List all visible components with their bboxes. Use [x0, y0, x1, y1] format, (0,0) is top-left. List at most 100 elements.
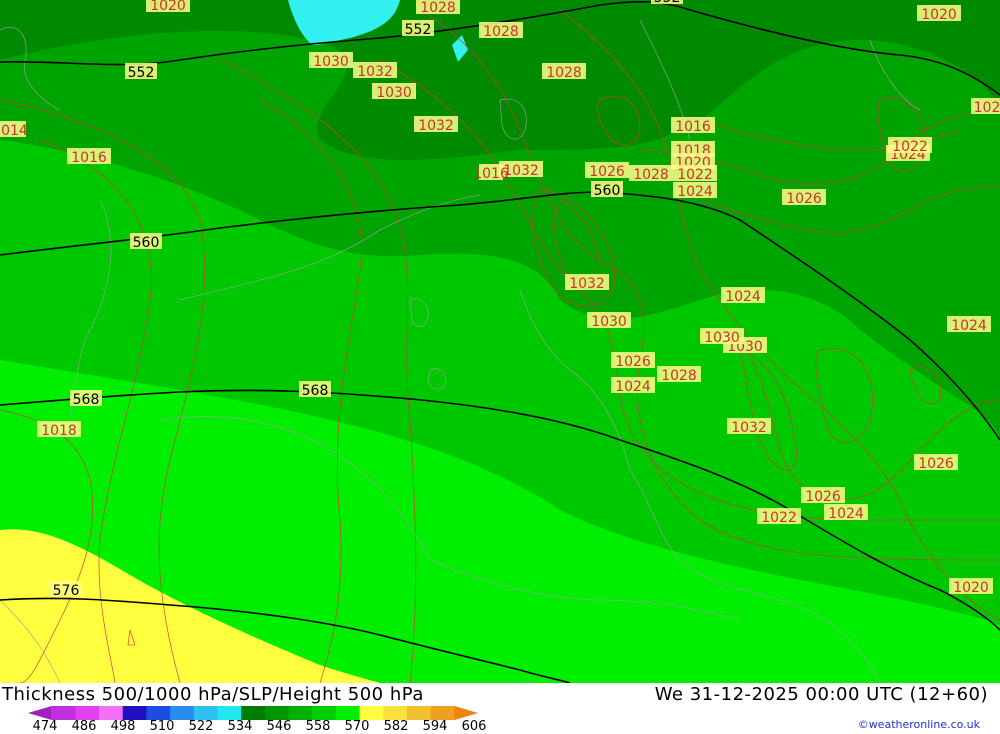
slp-label: 1024: [721, 287, 765, 305]
scale-swatch: [170, 706, 195, 720]
color-scale: [28, 706, 478, 720]
scale-swatch: [51, 706, 76, 720]
slp-label: 1020: [949, 578, 993, 596]
slp-label: 1030: [587, 312, 631, 330]
svg-text:568: 568: [302, 383, 329, 399]
svg-text:1022: 1022: [892, 139, 928, 155]
height-label: 576: [50, 581, 82, 599]
svg-text:552: 552: [405, 22, 432, 38]
svg-text:552: 552: [654, 0, 681, 6]
scale-tick-label: 582: [383, 719, 409, 734]
slp-label: 1026: [585, 162, 629, 180]
slp-label: 1022: [673, 165, 717, 183]
slp-label: 1030: [309, 52, 353, 70]
scale-swatch: [430, 706, 455, 720]
slp-label: 1026: [914, 454, 958, 472]
height-label: 552: [125, 63, 157, 81]
slp-label: 1028: [629, 165, 673, 183]
slp-label: 1026: [801, 487, 845, 505]
slp-label: 1032: [414, 116, 458, 134]
map-title: Thickness 500/1000 hPa/SLP/Height 500 hP…: [2, 684, 424, 705]
svg-text:1028: 1028: [420, 0, 456, 16]
slp-label: 1022: [888, 137, 932, 155]
svg-text:1030: 1030: [313, 54, 349, 70]
slp-label: 1016: [671, 117, 715, 135]
svg-text:1020: 1020: [150, 0, 186, 14]
scale-swatch: [217, 706, 242, 720]
svg-text:1024: 1024: [677, 184, 713, 200]
slp-label: 1028: [479, 22, 523, 40]
slp-label: 1030: [372, 83, 416, 101]
height-label: 560: [591, 181, 623, 199]
weather-map: 552 552 552 560 560 568 568 576: [0, 0, 1000, 683]
slp-label: 1032: [353, 62, 397, 80]
svg-text:1016: 1016: [71, 150, 107, 166]
height-label: 560: [130, 233, 162, 251]
svg-text:1026: 1026: [589, 164, 625, 180]
svg-text:1020: 1020: [953, 580, 989, 596]
slp-label: 1028: [657, 366, 701, 384]
scale-tick-label: 498: [110, 719, 136, 734]
slp-label: 1032: [565, 274, 609, 292]
svg-text:1032: 1032: [418, 118, 454, 134]
color-scale-ticks: 474 486 498 510 522 534 546 558 570 582 594 606: [0, 719, 520, 734]
svg-text:576: 576: [53, 583, 80, 599]
svg-text:1026: 1026: [786, 191, 822, 207]
slp-label: 1018: [37, 421, 81, 439]
slp-label: 1028: [416, 0, 460, 16]
svg-text:1016: 1016: [473, 166, 509, 182]
svg-text:568: 568: [73, 392, 100, 408]
scale-swatch: [454, 706, 478, 720]
height-label: 568: [299, 381, 331, 399]
slp-label: 1028: [542, 63, 586, 81]
svg-text:1018: 1018: [41, 423, 77, 439]
height-label: 568: [70, 390, 102, 408]
svg-text:552: 552: [128, 65, 155, 81]
slp-label: 1026: [611, 352, 655, 370]
scale-swatch: [28, 706, 52, 720]
slp-label: 1016: [473, 164, 509, 182]
svg-text:1030: 1030: [704, 330, 740, 346]
slp-label: 1022: [757, 508, 801, 526]
svg-text:1028: 1028: [546, 65, 582, 81]
svg-text:1030: 1030: [591, 314, 627, 330]
scale-tick-label: 546: [266, 719, 292, 734]
scale-swatch: [288, 706, 313, 720]
svg-text:1026: 1026: [918, 456, 954, 472]
scale-swatch: [335, 706, 361, 720]
svg-text:1026: 1026: [805, 489, 841, 505]
slp-label: 1024: [611, 377, 655, 395]
svg-text:1022: 1022: [677, 167, 713, 183]
slp-label: 1024: [947, 316, 991, 334]
credit-link[interactable]: ©weatheronline.co.uk: [858, 718, 980, 731]
scale-tick-label: 522: [188, 719, 214, 734]
scale-tick-label: 570: [344, 719, 370, 734]
height-label: 552: [402, 20, 434, 38]
svg-text:1032: 1032: [731, 420, 767, 436]
slp-label: 1030: [700, 328, 744, 346]
svg-text:560: 560: [133, 235, 160, 251]
slp-label: 1016: [67, 148, 111, 166]
svg-text:1014: 1014: [0, 123, 28, 139]
scale-swatch: [122, 706, 147, 720]
scale-tick-label: 606: [461, 719, 487, 734]
svg-text:1024: 1024: [615, 379, 651, 395]
slp-label: 1014: [0, 121, 28, 139]
svg-text:1028: 1028: [661, 368, 697, 384]
svg-text:1020: 1020: [921, 7, 957, 23]
slp-label: 1020: [146, 0, 190, 14]
slp-label: 102: [971, 98, 1000, 116]
scale-swatch: [99, 706, 124, 720]
scale-swatch: [146, 706, 171, 720]
scale-tick-label: 474: [32, 719, 58, 734]
svg-text:1028: 1028: [483, 24, 519, 40]
svg-text:1026: 1026: [615, 354, 651, 370]
svg-text:1024: 1024: [828, 506, 864, 522]
scale-tick-label: 486: [71, 719, 97, 734]
svg-text:102: 102: [974, 100, 1000, 116]
scale-swatch: [312, 706, 337, 720]
scale-tick-label: 534: [227, 719, 253, 734]
slp-label: 1020: [917, 5, 961, 23]
svg-text:1016: 1016: [675, 119, 711, 135]
scale-swatch: [241, 706, 266, 720]
